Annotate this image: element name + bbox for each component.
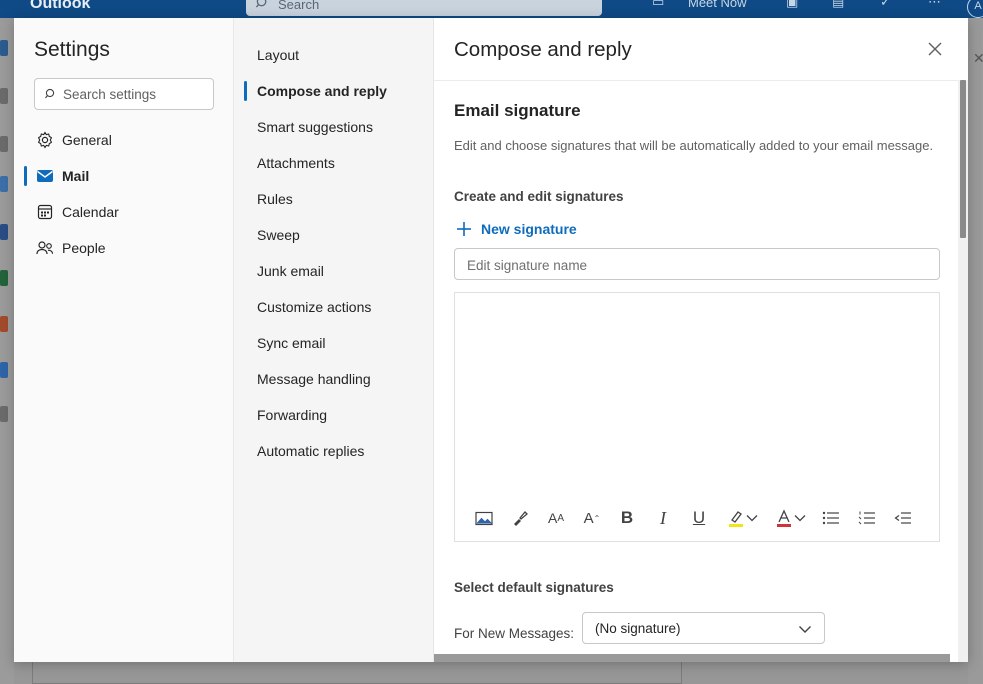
- header-divider: [434, 80, 968, 81]
- subcategory-message-handling[interactable]: Message handling: [257, 367, 371, 391]
- subcategory-rules[interactable]: Rules: [257, 187, 293, 211]
- create-edit-heading: Create and edit signatures: [454, 189, 624, 204]
- app-topbar: Outlook Search ▭ Meet Now ▣ ▤ ✓ ⋯ A: [0, 0, 983, 18]
- subcategory-sync-email[interactable]: Sync email: [257, 331, 325, 355]
- new-signature-label: New signature: [481, 221, 577, 237]
- italic-icon[interactable]: I: [652, 507, 674, 529]
- format-painter-icon[interactable]: [509, 507, 531, 529]
- signature-name-field[interactable]: [454, 248, 940, 280]
- highlight-icon[interactable]: [725, 507, 747, 529]
- search-settings-box[interactable]: [34, 78, 214, 110]
- calendar-app-icon[interactable]: [0, 88, 8, 104]
- subcategory-smart-suggestions[interactable]: Smart suggestions: [257, 115, 373, 139]
- video-icon[interactable]: ▭: [652, 0, 668, 10]
- subcategory-layout[interactable]: Layout: [257, 43, 299, 67]
- default-signatures-heading: Select default signatures: [454, 580, 614, 595]
- app-search-box[interactable]: Search: [246, 0, 602, 16]
- avatar[interactable]: A: [967, 0, 983, 18]
- scrollbar-thumb[interactable]: [960, 80, 966, 238]
- bullets-icon[interactable]: [820, 507, 842, 529]
- subcategory-sweep[interactable]: Sweep: [257, 223, 300, 247]
- signature-editor[interactable]: AA A⌃ B I U: [454, 292, 940, 542]
- teams-icon[interactable]: ▣: [786, 0, 802, 10]
- people-app-icon[interactable]: [0, 136, 8, 152]
- edit-app-icon[interactable]: [0, 176, 8, 192]
- insert-picture-icon[interactable]: [473, 507, 495, 529]
- bold-icon[interactable]: B: [616, 507, 638, 529]
- settings-title: Settings: [34, 38, 110, 62]
- category-label: Calendar: [62, 204, 119, 220]
- font-color-icon[interactable]: [773, 507, 795, 529]
- grow-font-icon[interactable]: A⌃: [581, 507, 603, 529]
- close-icon[interactable]: [926, 40, 944, 58]
- chevron-down-icon: [798, 623, 812, 635]
- mail-subcategories-pane: Layout Compose and reply Smart suggestio…: [234, 18, 434, 662]
- category-label: Mail: [62, 168, 89, 184]
- highlight-dropdown-icon[interactable]: [745, 507, 759, 529]
- apps-icon[interactable]: [0, 406, 8, 422]
- section-title: Email signature: [454, 101, 581, 121]
- numbering-icon[interactable]: [856, 507, 878, 529]
- app-search-placeholder: Search: [278, 0, 319, 12]
- subcategory-compose-and-reply[interactable]: Compose and reply: [257, 79, 387, 103]
- excel-app-icon[interactable]: [0, 270, 8, 286]
- settings-categories-pane: Settings General Mail Calendar: [14, 18, 234, 662]
- category-label: People: [62, 240, 106, 256]
- search-settings-input[interactable]: [63, 85, 208, 103]
- subcategory-forwarding[interactable]: Forwarding: [257, 403, 327, 427]
- calendar-icon: [36, 203, 54, 221]
- mail-icon: [36, 167, 54, 185]
- people-icon: [36, 239, 54, 257]
- panel-bottom-edge: [434, 654, 950, 662]
- active-subcategory-indicator: [244, 81, 247, 101]
- search-icon: [256, 0, 269, 9]
- formatting-toolbar: AA A⌃ B I U: [455, 503, 941, 531]
- word-app-icon[interactable]: [0, 224, 8, 240]
- panel-title: Compose and reply: [454, 38, 632, 62]
- subcategory-automatic-replies[interactable]: Automatic replies: [257, 439, 364, 463]
- category-people[interactable]: People: [34, 234, 224, 262]
- underline-icon[interactable]: U: [688, 507, 710, 529]
- app-right-edge: [968, 18, 983, 684]
- app-bottom-area: [14, 662, 968, 684]
- gear-icon: [36, 131, 54, 149]
- onedrive-app-icon[interactable]: [0, 362, 8, 378]
- section-description: Edit and choose signatures that will be …: [454, 136, 934, 155]
- font-color-dropdown-icon[interactable]: [793, 507, 807, 529]
- category-label: General: [62, 132, 112, 148]
- meet-now-button[interactable]: Meet Now: [688, 0, 747, 10]
- search-icon: [45, 88, 57, 100]
- for-new-messages-value: (No signature): [595, 621, 681, 636]
- background-close-icon: ✕: [973, 50, 983, 67]
- more-icon[interactable]: ⋯: [928, 0, 944, 10]
- category-calendar[interactable]: Calendar: [34, 198, 224, 226]
- todo-icon[interactable]: ✓: [880, 0, 896, 10]
- compose-reply-panel: Compose and reply Email signature Edit a…: [434, 18, 968, 662]
- settings-dialog: Settings General Mail Calendar: [14, 18, 968, 662]
- font-size-icon[interactable]: AA: [545, 507, 567, 529]
- category-mail[interactable]: Mail: [34, 162, 224, 190]
- plus-icon: [456, 221, 472, 237]
- subcategory-junk-email[interactable]: Junk email: [257, 259, 324, 283]
- for-new-messages-label: For New Messages:: [454, 626, 574, 641]
- panel-scrollbar[interactable]: [958, 80, 968, 662]
- subcategory-attachments[interactable]: Attachments: [257, 151, 335, 175]
- app-brand: Outlook: [30, 0, 90, 13]
- signature-name-input[interactable]: [467, 256, 927, 274]
- app-left-rail: [0, 18, 14, 684]
- new-signature-button[interactable]: New signature: [456, 218, 577, 240]
- category-general[interactable]: General: [34, 126, 224, 154]
- for-new-messages-select[interactable]: (No signature): [582, 612, 825, 644]
- mail-app-icon[interactable]: [0, 40, 8, 56]
- decrease-indent-icon[interactable]: [892, 507, 914, 529]
- active-category-indicator: [24, 166, 27, 186]
- subcategory-customize-actions[interactable]: Customize actions: [257, 295, 371, 319]
- powerpoint-app-icon[interactable]: [0, 316, 8, 332]
- office-icon[interactable]: ▤: [832, 0, 848, 10]
